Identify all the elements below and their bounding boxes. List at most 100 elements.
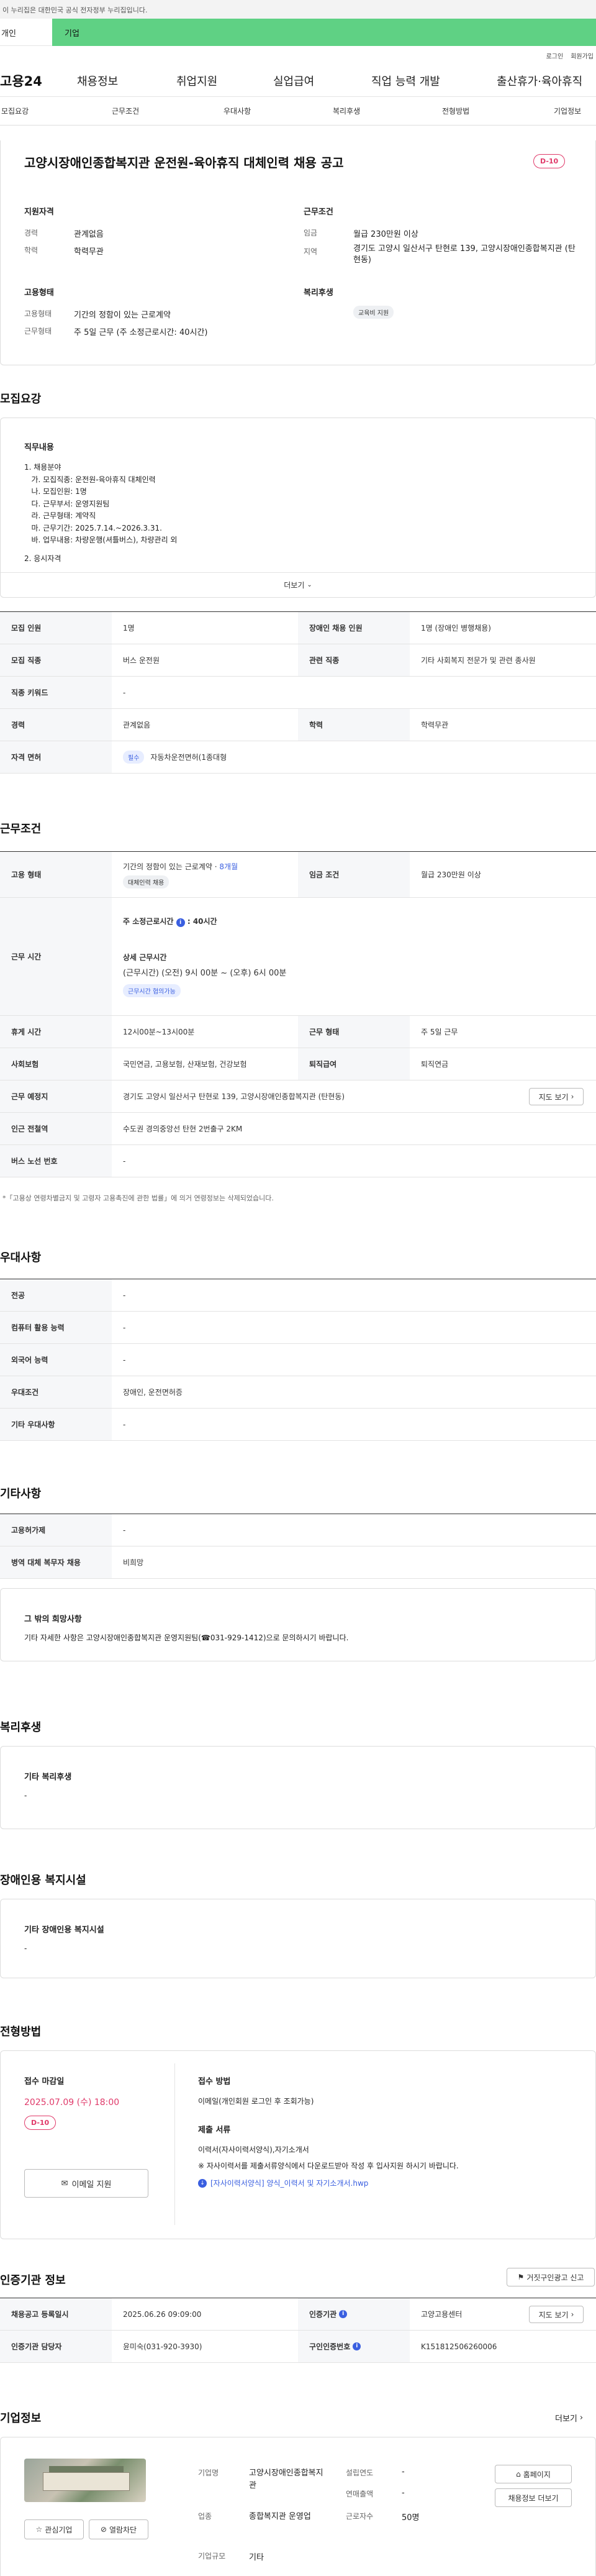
site-logo[interactable]: 고용24	[0, 71, 42, 90]
table-header: 직종 키워드	[0, 677, 112, 708]
subnav-preferences[interactable]: 우대사항	[224, 106, 251, 116]
subnav-conditions[interactable]: 근무조건	[112, 106, 139, 116]
favorite-company-button[interactable]: ☆ 관심기업	[24, 2519, 84, 2539]
subnav-recruit[interactable]: 모집요강	[1, 106, 29, 116]
process-heading: 전형방법	[0, 2026, 42, 2039]
gnb-skill-development[interactable]: 직업 능력 개발	[371, 73, 440, 89]
table-header: 사회보험	[0, 1048, 112, 1080]
company-revenue-label: 연매출액	[346, 2490, 374, 2498]
subnav-process[interactable]: 전형방법	[442, 106, 469, 116]
duty-more-button[interactable]: 더보기 ⌄	[1, 572, 595, 597]
info-icon[interactable]: i	[353, 2342, 361, 2350]
table-cell: 비희망	[123, 1558, 144, 1567]
qual-career-label: 경력	[24, 229, 38, 237]
table-header: 전공	[0, 1279, 112, 1311]
download-icon: ↓	[198, 2178, 207, 2188]
map-view-label: 지도 보기	[538, 1092, 569, 1102]
table-row: 고용 형태 기간의 정함이 있는 근로계약 · 8개월 대체인력 채용 임금 조…	[0, 852, 596, 898]
table-header: 인증기관 담당자	[0, 2331, 112, 2362]
table-cell: 1명 (장애인 병행채용)	[421, 624, 491, 633]
email-apply-label: 이메일 지원	[71, 2180, 112, 2190]
table-cell: -	[123, 1420, 126, 1429]
subnav-company[interactable]: 기업정보	[554, 106, 581, 116]
detail-hours-text: (근무시간) (오전) 9시 00분 ~ (오후) 6시 00분	[123, 969, 287, 978]
preferences-heading: 우대사항	[0, 1251, 42, 1264]
company-size-label: 기업규모	[198, 2552, 226, 2560]
table-cell: -	[123, 1355, 126, 1364]
duty-line: 다. 근무부서: 운영지원팀	[24, 499, 110, 508]
weekly-hours-label: 주 소정근로시간	[123, 917, 174, 926]
company-year-value: -	[402, 2467, 405, 2477]
emp-type-value: 기간의 정함이 있는 근로계약	[74, 311, 171, 320]
company-more-link[interactable]: 더보기 ›	[555, 2412, 583, 2424]
table-header: 고용허가제	[0, 1514, 112, 1546]
docs-label: 제출 서류	[198, 2126, 231, 2135]
deadline-value: 2025.07.09 (수) 18:00	[24, 2098, 120, 2108]
etc-table: 고용허가제 - 병역 대체 복무자 채용 비희망	[0, 1514, 596, 1579]
auth-map-button[interactable]: 지도 보기 ›	[529, 2306, 584, 2323]
tab-enterprise[interactable]: 기업	[52, 19, 596, 46]
table-cell: 버스 운전원	[123, 656, 160, 665]
company-industry-label: 업종	[198, 2512, 212, 2521]
attachment-file-name: [자사이력서양식] 양식_이력서 및 자기소개서.hwp	[210, 2179, 369, 2188]
table-header: 경력	[0, 709, 112, 741]
preferences-table: 전공 - 컴퓨터 활용 능력 - 외국어 능력 - 우대조건 장애인, 운전면허증 기타…	[0, 1279, 596, 1441]
login-link[interactable]: 로그인	[546, 51, 564, 65]
info-icon[interactable]: i	[176, 918, 185, 927]
homepage-label: 홈페이지	[523, 2470, 551, 2479]
docs-note: ※ 자사이력서를 제출서류양식에서 다운로드받아 작성 후 입사지원 하시기 바…	[198, 2162, 459, 2170]
table-cell: -	[123, 1156, 126, 1166]
util-links: 로그인 회원가입	[0, 46, 596, 65]
table-header: 인근 전철역	[0, 1113, 112, 1144]
qual-career-value: 관계없음	[74, 230, 104, 239]
table-cell: 퇴직연금	[421, 1060, 449, 1069]
info-icon[interactable]: i	[339, 2310, 348, 2318]
homepage-button[interactable]: ⌂ 홈페이지	[495, 2465, 572, 2483]
duty-line: 가. 모집직종: 운전원-육아휴직 대체인력	[24, 475, 156, 484]
auth-heading: 인증기관 정보	[0, 2274, 66, 2287]
duty-heading: 직무내용	[24, 443, 54, 452]
attachment-link[interactable]: ↓ [자사이력서양식] 양식_이력서 및 자기소개서.hwp	[198, 2178, 368, 2188]
emp-type-text: 기간의 정함이 있는 근로계약	[123, 862, 212, 871]
table-cell: 학력무관	[421, 721, 449, 729]
method-value: 이메일(개인회원 로그인 후 조회가능)	[198, 2097, 314, 2106]
map-view-button[interactable]: 지도 보기 ›	[529, 1088, 584, 1105]
block-view-button[interactable]: ⊘ 열람차단	[89, 2519, 148, 2539]
subnav-benefits[interactable]: 복리후생	[333, 106, 360, 116]
report-label: 거짓구인광고 신고	[526, 2273, 584, 2282]
star-icon: ☆	[35, 2525, 43, 2534]
job-title: 고양시장애인종합복지관 운전원-육아휴직 대체인력 채용 공고	[24, 155, 344, 170]
gnb-unemployment-benefit[interactable]: 실업급여	[273, 73, 314, 89]
company-more-label: 더보기	[555, 2414, 577, 2424]
email-apply-button[interactable]: ✉ 이메일 지원	[24, 2169, 148, 2198]
gnb-job-info[interactable]: 채용정보	[77, 73, 118, 89]
table-row: 전공 -	[0, 1279, 596, 1312]
dday-badge: D-10	[533, 154, 566, 168]
duty-line: 마. 근무기간: 2025.7.14.~2026.3.31.	[24, 523, 162, 532]
section-subnav: 모집요강 근무조건 우대사항 복리후생 전형방법 기업정보	[0, 97, 596, 126]
table-header: 근무 예정지	[0, 1080, 112, 1112]
table-header: 임금 조건	[298, 852, 410, 897]
duty-line: 라. 근무형태: 계약직	[24, 511, 96, 520]
report-false-ad-button[interactable]: ⚑ 거짓구인광고 신고	[507, 2268, 595, 2286]
table-header: 병역 대체 복무자 채용	[0, 1546, 112, 1578]
table-header: 외국어 능력	[0, 1344, 112, 1376]
conditions-table: 고용 형태 기간의 정함이 있는 근로계약 · 8개월 대체인력 채용 임금 조…	[0, 851, 596, 1177]
benefits-box-heading: 기타 복리후생	[24, 1773, 72, 1782]
table-cell: 경기도 고양시 일산서구 탄현로 139, 고양시장애인종합복지관 (탄현동)	[123, 1092, 345, 1101]
negotiable-chip: 근무시간 협의가능	[123, 984, 181, 997]
gnb-employment-support[interactable]: 취업지원	[176, 73, 217, 89]
auth-table: 채용공고 등록일시 2025.06.26 09:09:00 인증기관 i 고양고용…	[0, 2298, 596, 2363]
company-jobs-button[interactable]: 채용정보 더보기	[495, 2488, 572, 2507]
signup-link[interactable]: 회원가입	[571, 51, 594, 65]
gnb-parental-leave[interactable]: 출산휴가·육아휴직	[497, 73, 582, 89]
emp-period: 8개월	[219, 862, 238, 871]
duty-card: 직무내용 1. 채용분야 가. 모집직종: 운전원-육아휴직 대체인력 나. 모…	[0, 418, 596, 598]
tab-personal[interactable]: 개인	[0, 19, 52, 46]
work-wage-value: 월급 230만원 이상	[353, 230, 418, 239]
table-header: 고용 형태	[0, 852, 112, 897]
table-cell: 장애인, 운전면허증	[123, 1388, 183, 1397]
block-label: 열람차단	[109, 2525, 137, 2534]
table-header: 모집 인원	[0, 612, 112, 644]
gov-notice-bar: 이 누리집은 대한민국 공식 전자정부 누리집입니다.	[0, 0, 596, 19]
